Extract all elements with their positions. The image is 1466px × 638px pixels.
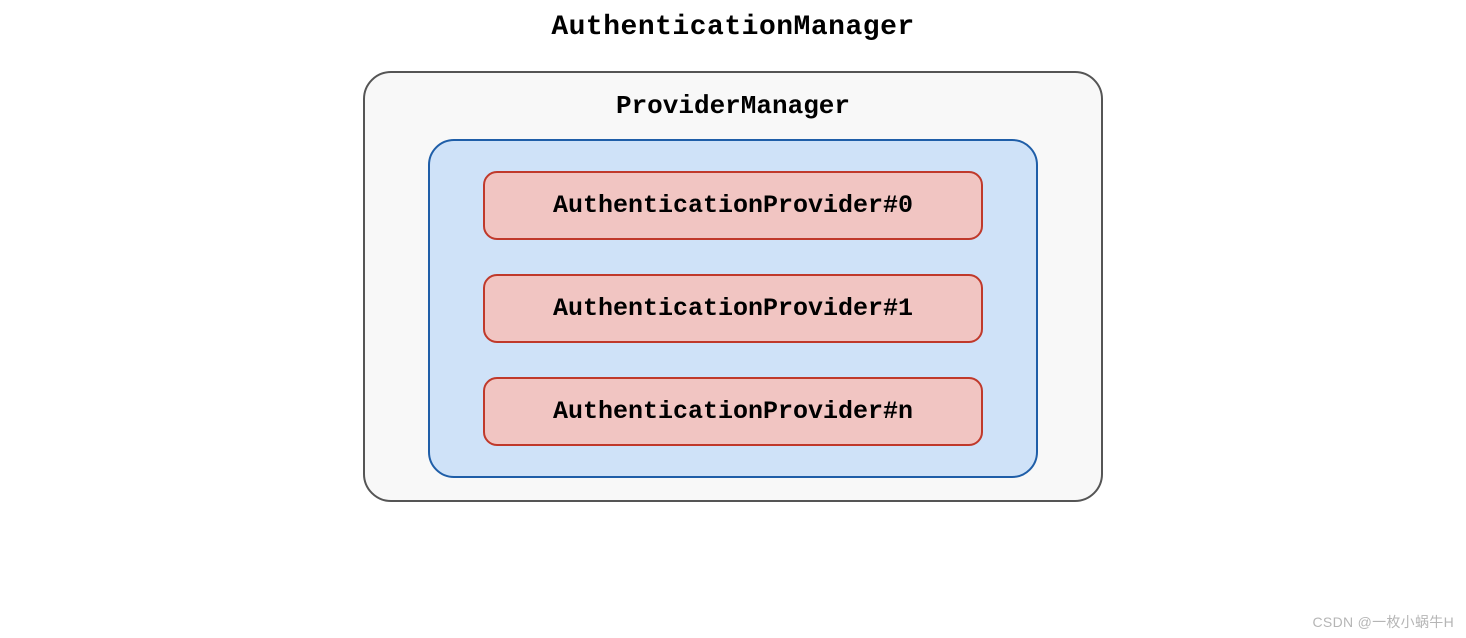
diagram-container: AuthenticationManager ProviderManager Au… [0, 0, 1466, 502]
watermark-text: CSDN @一枚小蜗牛H [1313, 612, 1454, 632]
authentication-provider-item: AuthenticationProvider#0 [483, 171, 983, 240]
diagram-title: AuthenticationManager [551, 12, 914, 43]
provider-manager-box: ProviderManager AuthenticationProvider#0… [363, 71, 1103, 502]
providers-container: AuthenticationProvider#0 AuthenticationP… [428, 139, 1038, 478]
provider-manager-label: ProviderManager [616, 91, 850, 121]
authentication-provider-item: AuthenticationProvider#1 [483, 274, 983, 343]
authentication-provider-item: AuthenticationProvider#n [483, 377, 983, 446]
